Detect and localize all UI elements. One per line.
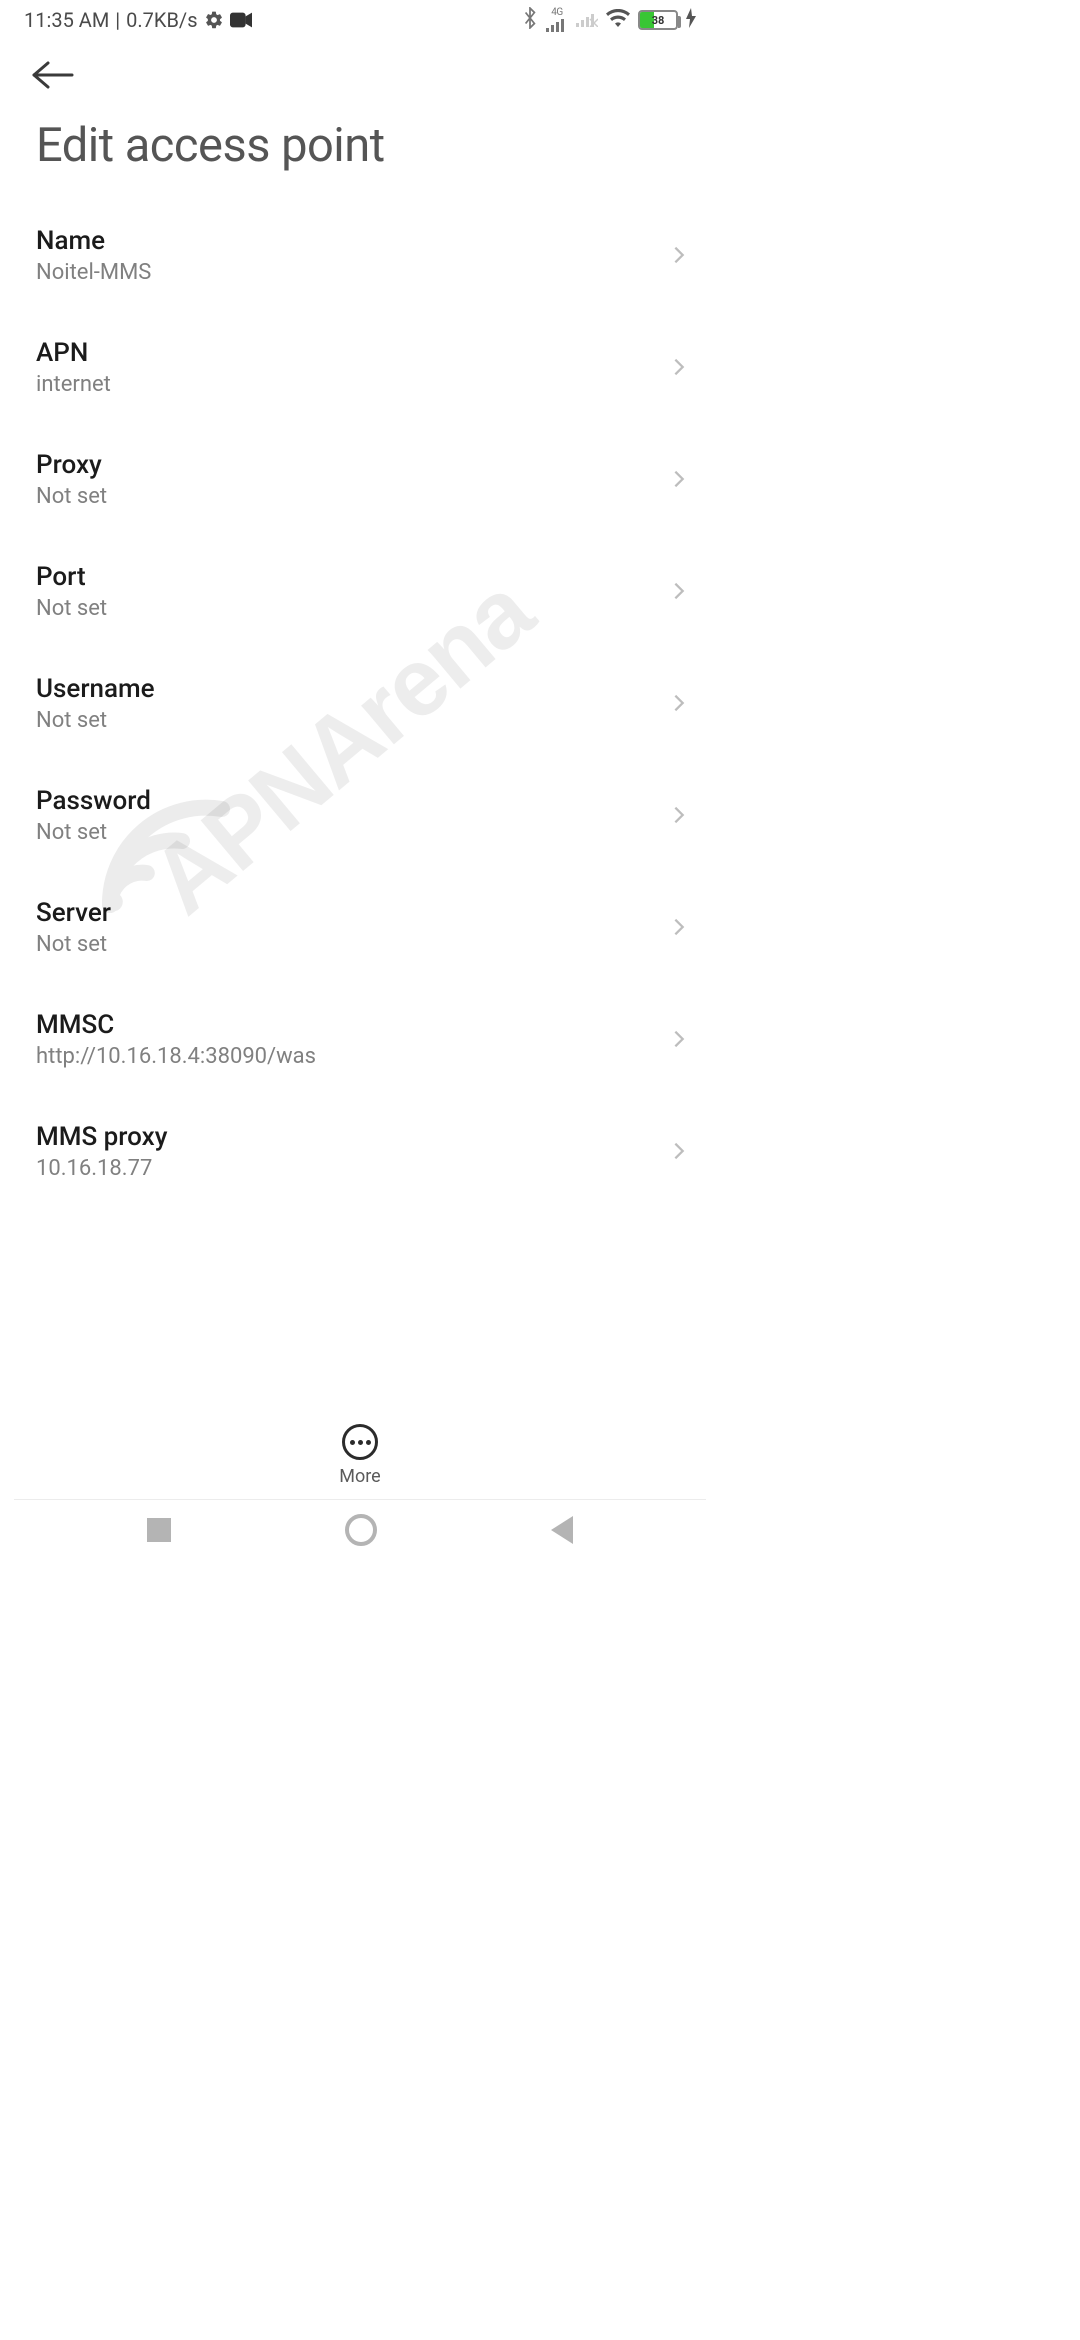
row-label: Proxy — [36, 450, 107, 480]
wifi-icon — [606, 8, 630, 32]
row-text: Password Not set — [36, 786, 151, 845]
page-title: Edit access point — [0, 110, 720, 199]
row-text: Username Not set — [36, 674, 155, 733]
app-bar — [0, 40, 720, 110]
row-text: Proxy Not set — [36, 450, 107, 509]
row-text: MMSC http://10.16.18.4:38090/was — [36, 1010, 316, 1069]
status-net-speed: 0.7KB/s — [126, 8, 197, 32]
row-text: Server Not set — [36, 898, 111, 957]
row-label: Name — [36, 226, 151, 256]
status-left: 11:35 AM | 0.7KB/s — [24, 8, 252, 32]
apn-row-mms-proxy[interactable]: MMS proxy 10.16.18.77 — [0, 1095, 720, 1207]
chevron-right-icon — [668, 580, 690, 602]
apn-row-proxy[interactable]: Proxy Not set — [0, 423, 720, 535]
apn-fields-list: APNArena Name Noitel-MMS APN internet Pr… — [0, 199, 720, 1284]
row-label: MMS proxy — [36, 1122, 167, 1152]
row-label: Username — [36, 674, 155, 704]
row-text: MMS proxy 10.16.18.77 — [36, 1122, 167, 1181]
chevron-right-icon — [668, 244, 690, 266]
row-value: Noitel-MMS — [36, 260, 151, 285]
chevron-right-icon — [668, 692, 690, 714]
row-text: APN internet — [36, 338, 111, 397]
row-value: Not set — [36, 484, 107, 509]
row-value: 10.16.18.77 — [36, 1156, 167, 1181]
row-label: Password — [36, 786, 151, 816]
chevron-right-icon — [668, 1140, 690, 1162]
row-text: Name Noitel-MMS — [36, 226, 151, 285]
apn-row-mmsc[interactable]: MMSC http://10.16.18.4:38090/was — [0, 983, 720, 1095]
more-label: More — [339, 1466, 380, 1487]
bluetooth-icon — [522, 7, 538, 34]
apn-row-password[interactable]: Password Not set — [0, 759, 720, 871]
chevron-right-icon — [668, 468, 690, 490]
nav-home-button[interactable] — [345, 1514, 377, 1546]
chevron-right-icon — [668, 356, 690, 378]
row-label: MMSC — [36, 1010, 316, 1040]
status-sep: | — [115, 8, 120, 32]
row-label: Port — [36, 562, 107, 592]
back-button[interactable] — [30, 52, 76, 98]
row-value: internet — [36, 372, 111, 397]
apn-row-apn[interactable]: APN internet — [0, 311, 720, 423]
more-icon — [342, 1424, 378, 1460]
nav-recents-button[interactable] — [147, 1518, 171, 1542]
battery-icon: 38 — [638, 10, 678, 30]
apn-row-server[interactable]: Server Not set — [0, 871, 720, 983]
chevron-right-icon — [668, 916, 690, 938]
system-nav-bar — [0, 1500, 720, 1560]
arrow-left-icon — [30, 60, 76, 90]
row-value: Not set — [36, 596, 107, 621]
status-right: 4G 38 — [522, 7, 696, 34]
nav-back-button[interactable] — [551, 1516, 573, 1544]
more-button[interactable]: More — [0, 1413, 720, 1498]
status-time: 11:35 AM — [24, 8, 109, 32]
row-label: Server — [36, 898, 111, 928]
row-value: Not set — [36, 932, 111, 957]
apn-row-name[interactable]: Name Noitel-MMS — [0, 199, 720, 311]
row-text: Port Not set — [36, 562, 107, 621]
charging-icon — [686, 8, 696, 33]
settings-icon — [204, 10, 224, 30]
chevron-right-icon — [668, 804, 690, 826]
row-value: Not set — [36, 708, 155, 733]
video-icon — [230, 12, 252, 28]
row-label: APN — [36, 338, 111, 368]
apn-row-port[interactable]: Port Not set — [0, 535, 720, 647]
signal-nosim-icon — [576, 8, 598, 32]
row-value: Not set — [36, 820, 151, 845]
status-bar: 11:35 AM | 0.7KB/s 4G 38 — [0, 0, 720, 40]
chevron-right-icon — [668, 1028, 690, 1050]
row-value: http://10.16.18.4:38090/was — [36, 1044, 316, 1069]
apn-row-username[interactable]: Username Not set — [0, 647, 720, 759]
signal-4g-icon: 4G — [546, 8, 568, 32]
